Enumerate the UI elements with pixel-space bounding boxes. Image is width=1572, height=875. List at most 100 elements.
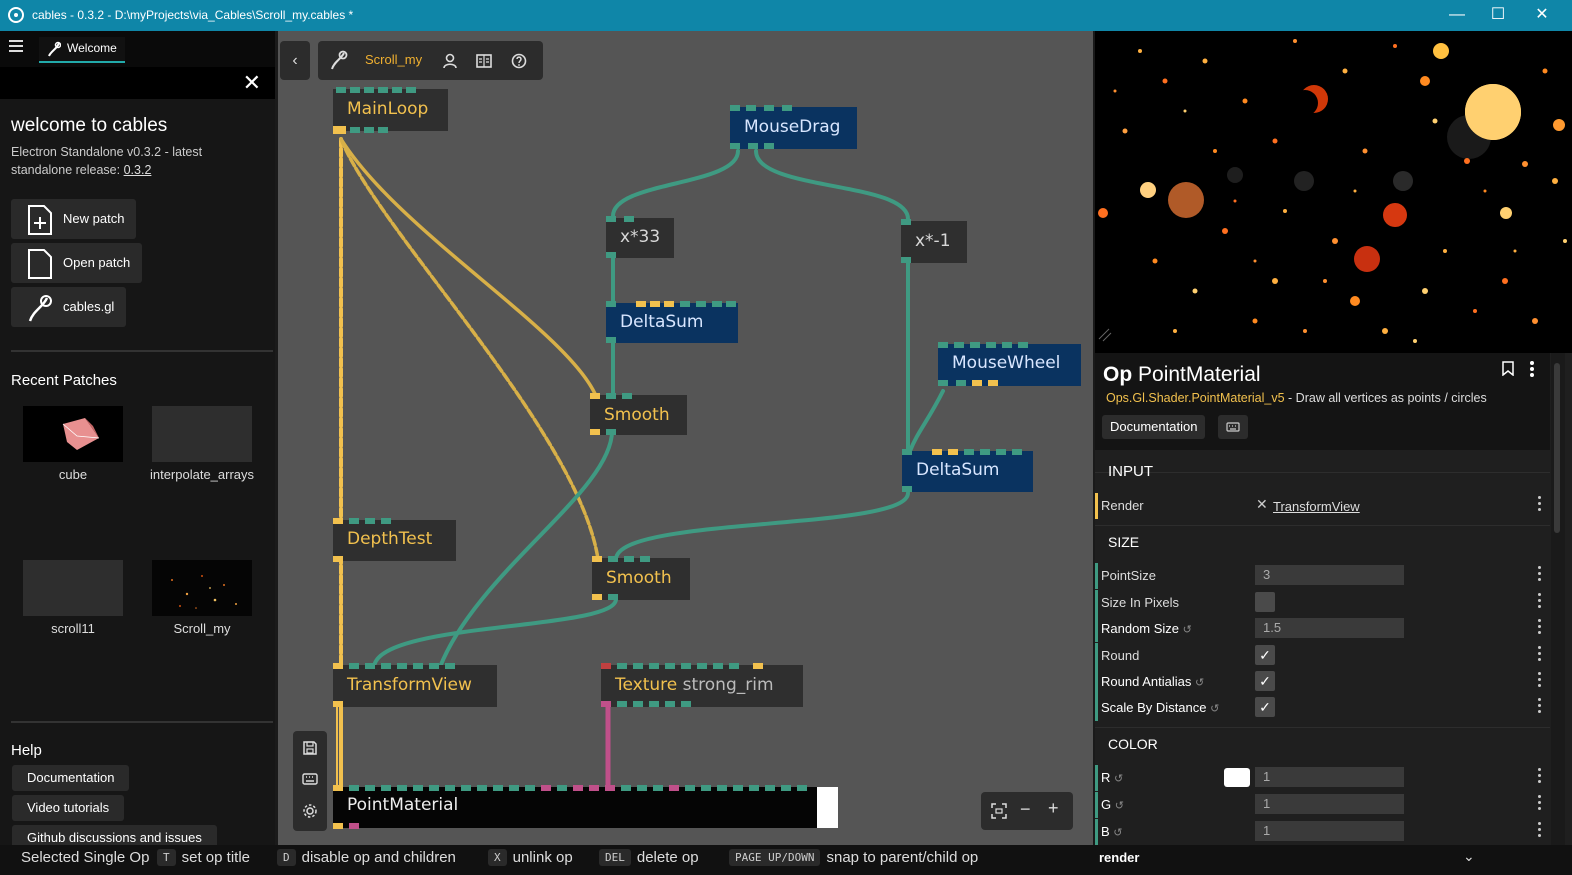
fit-view-icon[interactable] — [991, 803, 1007, 819]
recent-thumb-interpolate[interactable] — [152, 406, 252, 462]
zoom-out-button[interactable]: − — [1020, 799, 1031, 820]
shortcut-key: X — [488, 849, 507, 866]
book-icon[interactable] — [476, 53, 492, 69]
r-input[interactable]: 1 — [1255, 767, 1404, 787]
scale-by-distance-checkbox[interactable]: ✓ — [1255, 697, 1275, 717]
close-window-button[interactable]: ✕ — [1532, 5, 1552, 25]
close-icon[interactable]: ✕ — [243, 72, 261, 94]
version-line: Electron Standalone v0.3.2 - latest — [11, 145, 203, 159]
op-path-link[interactable]: Ops.Gl.Shader.PointMaterial_v5 — [1106, 391, 1285, 405]
pointsize-input[interactable]: 3 — [1255, 565, 1404, 585]
op-x-minus-1[interactable]: x*-1 — [901, 219, 967, 263]
param-menu-icon[interactable] — [1538, 566, 1542, 584]
more-options-icon[interactable] — [1530, 361, 1534, 377]
b-input[interactable]: 1 — [1255, 821, 1404, 841]
release-link[interactable]: 0.3.2 — [124, 163, 152, 177]
param-size-in-pixels: Size In Pixels — [1095, 590, 1550, 616]
minimize-button[interactable]: — — [1447, 5, 1467, 25]
save-icon[interactable] — [302, 740, 318, 756]
new-file-icon — [28, 205, 52, 235]
unlink-icon[interactable]: ✕ — [1256, 496, 1268, 513]
back-button[interactable]: ‹ — [280, 41, 310, 80]
param-menu-icon[interactable] — [1538, 768, 1542, 786]
panel-scrollbar[interactable] — [1551, 353, 1565, 845]
recent-thumb-cube[interactable] — [23, 406, 123, 462]
keyboard-button[interactable] — [1218, 415, 1248, 439]
recent-label[interactable]: scroll11 — [8, 621, 138, 636]
keyboard-icon[interactable] — [302, 772, 318, 786]
particle-render — [1098, 39, 1567, 343]
recent-label[interactable]: Scroll_my — [137, 621, 267, 636]
sidebar-tabbar: Welcome — [0, 31, 275, 67]
help-github-button[interactable]: Github discussions and issues — [12, 825, 217, 845]
param-g: G ↺ 1 — [1095, 792, 1550, 818]
param-label: B ↺ — [1101, 824, 1123, 839]
op-x33[interactable]: x*33 — [606, 216, 674, 258]
render-link[interactable]: TransformView — [1273, 499, 1360, 514]
patch-canvas[interactable]: ‹ Scroll_my MainLoop MouseDrag x*33 x*-1… — [278, 31, 1093, 845]
render-select[interactable]: render ⌄ — [1088, 845, 1572, 875]
user-icon[interactable] — [443, 53, 457, 69]
param-menu-icon[interactable] — [1538, 496, 1542, 514]
reset-icon[interactable]: ↺ — [1195, 677, 1204, 689]
random-size-input[interactable]: 1.5 — [1255, 618, 1404, 638]
param-menu-icon[interactable] — [1538, 822, 1542, 840]
op-smooth-2[interactable]: Smooth — [592, 556, 690, 600]
maximize-button[interactable]: ☐ — [1488, 5, 1508, 25]
reset-icon[interactable]: ↺ — [1183, 624, 1192, 636]
render-preview[interactable] — [1095, 31, 1572, 353]
param-label-text: Random Size — [1101, 621, 1180, 636]
param-menu-icon[interactable] — [1538, 619, 1542, 637]
recent-label[interactable]: interpolate_arrays — [137, 467, 267, 482]
round-antialias-checkbox[interactable]: ✓ — [1255, 671, 1275, 691]
op-depthtest[interactable]: DepthTest — [333, 518, 456, 562]
op-mousedrag[interactable]: MouseDrag — [730, 105, 857, 149]
op-pointmaterial[interactable]: PointMaterial — [333, 785, 838, 829]
g-input[interactable]: 1 — [1255, 794, 1404, 814]
op-transformview[interactable]: TransformView — [333, 663, 497, 707]
recent-thumb-scroll-my[interactable] — [152, 560, 252, 616]
op-title: Smooth — [604, 405, 670, 425]
op-mousewheel[interactable]: MouseWheel — [938, 342, 1081, 386]
param-menu-icon[interactable] — [1538, 698, 1542, 716]
help-heading: Help — [11, 742, 42, 759]
param-menu-icon[interactable] — [1538, 795, 1542, 813]
reset-icon[interactable]: ↺ — [1115, 800, 1124, 812]
shortcut-key: D — [277, 849, 296, 866]
recent-label[interactable]: cube — [8, 467, 138, 482]
tab-welcome[interactable]: Welcome — [39, 37, 125, 63]
help-video-tutorials-button[interactable]: Video tutorials — [12, 795, 125, 821]
menu-icon[interactable] — [9, 40, 23, 52]
gear-icon[interactable] — [302, 803, 318, 819]
new-patch-button[interactable]: New patch — [11, 199, 137, 239]
help-icon[interactable] — [511, 53, 527, 69]
open-file-icon — [28, 249, 52, 279]
patch-toolbar: Scroll_my — [318, 41, 543, 80]
reset-icon[interactable]: ↺ — [1114, 773, 1123, 785]
patch-name[interactable]: Scroll_my — [365, 52, 422, 67]
round-checkbox[interactable]: ✓ — [1255, 645, 1275, 665]
param-menu-icon[interactable] — [1538, 593, 1542, 611]
reset-icon[interactable]: ↺ — [1113, 827, 1122, 839]
op-title-prefix: Op — [1103, 363, 1133, 386]
help-documentation-button[interactable]: Documentation — [12, 765, 130, 791]
cables-gl-button[interactable]: cables.gl — [11, 287, 127, 327]
recent-thumb-scroll11[interactable] — [23, 560, 123, 616]
reset-icon[interactable]: ↺ — [1210, 703, 1219, 715]
op-deltasum-2[interactable]: DeltaSum — [902, 449, 1033, 492]
op-mainloop[interactable]: MainLoop — [333, 87, 448, 134]
size-in-pixels-checkbox[interactable] — [1255, 592, 1275, 612]
bookmark-icon[interactable] — [1502, 361, 1514, 376]
op-deltasum-1[interactable]: DeltaSum — [606, 301, 738, 343]
param-menu-icon[interactable] — [1538, 646, 1542, 664]
cables-icon[interactable] — [330, 50, 348, 70]
chevron-down-icon: ⌄ — [1463, 848, 1475, 864]
color-swatch[interactable] — [1224, 768, 1250, 787]
op-smooth-1[interactable]: Smooth — [590, 393, 687, 435]
zoom-in-button[interactable]: + — [1048, 798, 1059, 819]
param-label-text: R — [1101, 770, 1111, 785]
documentation-button[interactable]: Documentation — [1102, 415, 1206, 439]
param-menu-icon[interactable] — [1538, 672, 1542, 690]
open-patch-button[interactable]: Open patch — [11, 243, 143, 283]
op-texture[interactable]: Texture strong_rim — [601, 663, 803, 707]
